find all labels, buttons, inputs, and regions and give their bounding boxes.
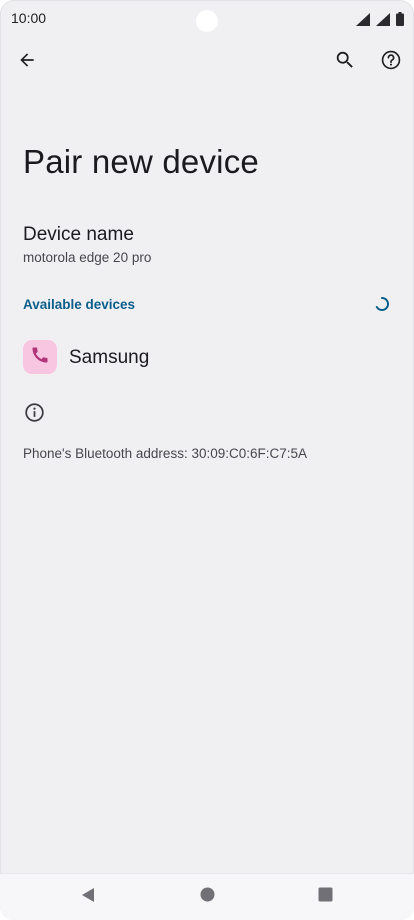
device-item-label: Samsung [69, 347, 150, 368]
loading-spinner-icon [374, 296, 390, 312]
battery-icon [396, 12, 404, 26]
cell-signal-icon [376, 13, 390, 26]
nav-back-button[interactable] [73, 882, 103, 912]
device-icon-container [23, 340, 57, 374]
nav-back-icon [80, 887, 96, 908]
status-time: 10:00 [11, 10, 47, 26]
available-devices-header: Available devices [23, 297, 136, 312]
app-bar [0, 40, 414, 84]
status-icons [356, 12, 404, 26]
device-name-setting[interactable]: Device name motorola edge 20 pro [0, 218, 414, 274]
nav-recents-icon [318, 887, 333, 907]
device-name-title: Device name [23, 224, 134, 245]
help-button[interactable] [371, 42, 411, 82]
navigation-bar [0, 873, 414, 920]
info-icon [24, 402, 45, 423]
page-title: Pair new device [23, 143, 259, 180]
help-icon [380, 49, 402, 76]
search-icon [334, 49, 356, 76]
camera-cutout [196, 10, 218, 32]
back-arrow-icon [17, 50, 37, 75]
device-name-value: motorola edge 20 pro [23, 250, 152, 265]
nav-recents-button[interactable] [310, 882, 340, 912]
bluetooth-address-text: Phone's Bluetooth address: 30:09:C0:6F:C… [23, 446, 308, 461]
status-bar: 10:00 [0, 0, 414, 38]
back-button[interactable] [7, 42, 47, 82]
search-button[interactable] [325, 42, 365, 82]
nav-home-button[interactable] [192, 882, 222, 912]
screen: 10:00 Pair new device Device name motoro… [0, 0, 414, 920]
device-item-samsung[interactable]: Samsung [0, 332, 414, 384]
phone-icon [30, 345, 50, 370]
nav-home-icon [200, 887, 215, 907]
wifi-signal-icon [356, 13, 370, 26]
